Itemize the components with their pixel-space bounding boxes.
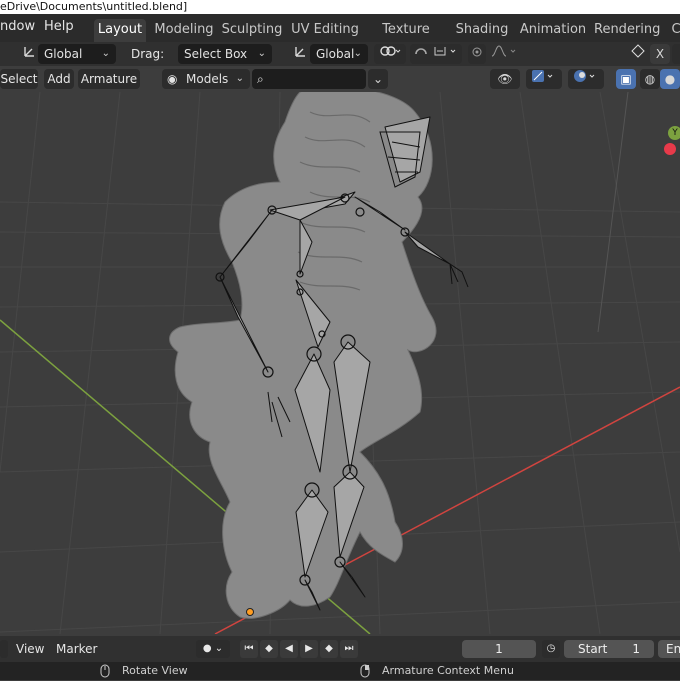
falloff-icon[interactable] bbox=[488, 44, 520, 64]
close-label: X bbox=[655, 47, 665, 61]
tab-shading[interactable]: Shading bbox=[452, 19, 512, 42]
mouse-middle-icon bbox=[100, 664, 110, 681]
gizmo-y-axis[interactable]: Y bbox=[668, 126, 680, 140]
timer-icon[interactable]: ◷ bbox=[542, 640, 560, 658]
panel-toggle-icon[interactable] bbox=[672, 44, 680, 64]
collection-value: Models bbox=[186, 72, 229, 86]
filter-dropdown-icon[interactable]: ⌄ bbox=[368, 69, 388, 89]
proportional-edit-icon[interactable] bbox=[468, 44, 486, 64]
timeline-view-menu[interactable]: View bbox=[16, 639, 44, 659]
drag-dropdown[interactable]: Select Box ⌄ bbox=[178, 44, 272, 64]
tab-layout[interactable]: Layout bbox=[94, 19, 146, 42]
armature-menu[interactable]: Armature bbox=[78, 69, 140, 89]
menu-help[interactable]: Help bbox=[44, 14, 74, 42]
orientation-dropdown[interactable]: Global ⌄ bbox=[38, 44, 116, 64]
overlay-toggle-icon[interactable] bbox=[568, 69, 604, 89]
z-axis-line bbox=[597, 92, 629, 333]
prev-keyframe-icon[interactable]: ◆ bbox=[260, 640, 278, 658]
tab-uv-editing[interactable]: UV Editing bbox=[290, 19, 360, 42]
gizmo-y-label: Y bbox=[672, 128, 678, 138]
wireframe-shading-icon[interactable]: ◍ bbox=[640, 69, 660, 89]
bone-foot-right bbox=[339, 561, 366, 598]
close-button[interactable]: X bbox=[650, 44, 670, 64]
tab-compositing[interactable]: C bbox=[666, 19, 680, 42]
chevron-down-icon: ⌄ bbox=[235, 73, 244, 84]
3d-viewport[interactable]: Y bbox=[0, 92, 680, 634]
menu-window[interactable]: ndow bbox=[0, 14, 35, 42]
object-origin-dot bbox=[246, 608, 254, 616]
add-menu[interactable]: Add bbox=[44, 69, 74, 89]
rotate-view-hint: Rotate View bbox=[122, 664, 188, 677]
chevron-down-icon: ⌄ bbox=[101, 48, 110, 59]
chevron-down-icon: ⌄ bbox=[353, 48, 362, 59]
end-frame-field[interactable]: En bbox=[658, 640, 680, 658]
editor-type-icon[interactable] bbox=[0, 640, 8, 658]
bone-arm-right bbox=[404, 231, 451, 265]
start-label: Start bbox=[578, 642, 608, 656]
transform-orientation-icon[interactable] bbox=[20, 44, 40, 64]
viewport-header: Select Add Armature ◉ Models ⌄ ⌕ ⌄ 👁 ▣ ◍… bbox=[0, 66, 680, 92]
jump-end-icon[interactable]: ⏭ bbox=[340, 640, 358, 658]
mouse-right-icon bbox=[360, 664, 370, 681]
window-title: eDrive\Documents\untitled.blend] bbox=[0, 0, 188, 13]
solid-shading-icon[interactable]: ● bbox=[660, 69, 680, 89]
status-bar: Rotate View Armature Context Menu bbox=[0, 662, 680, 680]
pivot-value: Global bbox=[316, 47, 355, 61]
next-keyframe-icon[interactable]: ◆ bbox=[320, 640, 338, 658]
search-input[interactable]: ⌕ bbox=[252, 69, 366, 89]
gizmo-toggle-icon[interactable] bbox=[526, 69, 562, 89]
pivot-dropdown[interactable]: Global ⌄ bbox=[310, 44, 368, 64]
tab-modeling[interactable]: Modeling bbox=[152, 19, 216, 42]
tab-sculpting[interactable]: Sculpting bbox=[220, 19, 284, 42]
search-icon: ⌕ bbox=[257, 72, 264, 86]
timeline-marker-menu[interactable]: Marker bbox=[56, 639, 97, 659]
play-icon[interactable]: ▶ bbox=[300, 640, 318, 658]
top-menubar: ndow Help Layout Modeling Sculpting UV E… bbox=[0, 14, 680, 58]
context-menu-hint: Armature Context Menu bbox=[382, 664, 514, 677]
drag-value: Select Box bbox=[184, 47, 248, 61]
jump-start-icon[interactable]: ⏮ bbox=[240, 640, 258, 658]
tab-texture-paint[interactable]: Texture Paint bbox=[366, 19, 446, 58]
object-gizmo-icon[interactable] bbox=[628, 44, 648, 64]
chevron-down-icon: ⌄ bbox=[257, 48, 266, 59]
select-menu[interactable]: Select bbox=[0, 69, 38, 89]
tab-rendering[interactable]: Rendering bbox=[594, 19, 660, 42]
play-reverse-icon[interactable]: ◀ bbox=[280, 640, 298, 658]
orientation-value: Global bbox=[44, 47, 83, 61]
viewport-canvas bbox=[0, 92, 680, 634]
keying-record-icon[interactable]: ● ⌄ bbox=[196, 640, 230, 658]
snap-icon[interactable] bbox=[410, 44, 462, 64]
current-frame-field[interactable]: 1 bbox=[462, 640, 536, 658]
xray-toggle-icon[interactable]: ▣ bbox=[616, 69, 636, 89]
start-frame-field[interactable]: Start 1 bbox=[564, 640, 654, 658]
tab-animation[interactable]: Animation bbox=[518, 19, 588, 42]
visibility-eye-icon[interactable]: 👁 bbox=[490, 69, 520, 89]
link-icon[interactable] bbox=[374, 44, 406, 64]
collection-dropdown[interactable]: ◉ Models ⌄ bbox=[162, 69, 250, 89]
timeline-header: View Marker ● ⌄ ⏮ ◆ ◀ ▶ ◆ ⏭ 1 ◷ Start 1 … bbox=[0, 636, 680, 662]
end-label: En bbox=[666, 642, 680, 656]
gizmo-x-axis[interactable] bbox=[664, 143, 676, 155]
tool-header: Global ⌄ Drag: Select Box ⌄ Global ⌄ X bbox=[0, 42, 680, 66]
window-titlebar: eDrive\Documents\untitled.blend] bbox=[0, 0, 680, 14]
collection-icon: ◉ bbox=[167, 72, 178, 86]
pivot-orientation-icon[interactable] bbox=[291, 44, 311, 64]
drag-label: Drag: bbox=[131, 47, 165, 61]
start-value: 1 bbox=[632, 642, 640, 656]
